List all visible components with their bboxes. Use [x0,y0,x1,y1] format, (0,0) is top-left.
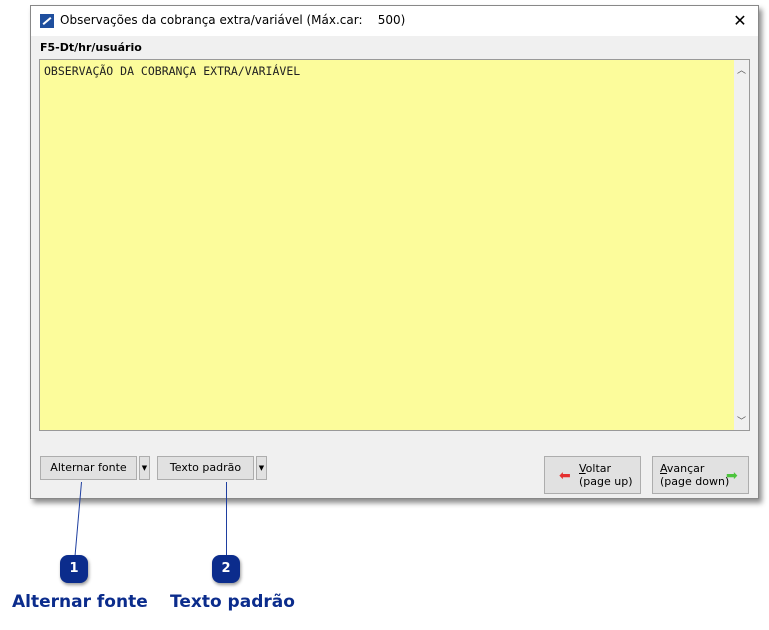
alternar-fonte-button[interactable]: Alternar fonte [40,456,137,480]
arrow-left-icon: ⬅ [559,468,571,484]
window-title: Observações da cobrança extra/variável (… [60,13,406,27]
observation-textarea[interactable]: OBSERVAÇÃO DA COBRANÇA EXTRA/VARIÁVEL ︿ … [39,59,750,431]
texto-padrao-button[interactable]: Texto padrão [157,456,254,480]
field-label: F5-Dt/hr/usuário [40,41,142,54]
avancar-key: A [660,462,667,475]
voltar-key: V [579,462,586,475]
dialog-window: Observações da cobrança extra/variável (… [30,5,759,499]
close-icon[interactable]: ✕ [728,9,752,33]
callout-label-1: Alternar fonte [12,592,148,612]
alternar-fonte-dropdown[interactable]: ▼ [139,456,150,480]
callout-badge-2: 2 [212,555,240,583]
title-bar: Observações da cobrança extra/variável (… [31,6,758,36]
avancar-button[interactable]: Avançar (page down) ➡ [652,456,749,494]
voltar-sub: (page up) [579,475,633,488]
textarea-content[interactable]: OBSERVAÇÃO DA COBRANÇA EXTRA/VARIÁVEL [44,64,300,78]
scrollbar[interactable]: ︿ ﹀ [734,60,749,430]
scroll-down-icon[interactable]: ﹀ [734,414,749,427]
scroll-up-icon[interactable]: ︿ [734,63,749,76]
callout-badge-1: 1 [60,555,88,583]
callout-label-2: Texto padrão [170,592,295,612]
arrow-right-icon: ➡ [726,468,738,484]
voltar-label: oltar [585,462,612,475]
app-icon [40,14,54,28]
avancar-label: vançar [666,462,705,475]
callout-line-2 [226,482,227,558]
texto-padrao-dropdown[interactable]: ▼ [256,456,267,480]
voltar-button[interactable]: ⬅ Voltar (page up) [544,456,641,494]
